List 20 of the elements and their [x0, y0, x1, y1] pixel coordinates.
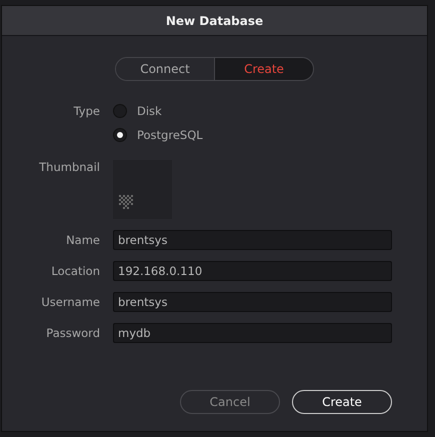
- create-button[interactable]: Create: [292, 390, 392, 414]
- radio-label: PostgreSQL: [137, 128, 203, 142]
- radio-button[interactable]: [113, 128, 127, 142]
- text-field[interactable]: brentsys: [113, 230, 392, 250]
- thumbnail-placeholder[interactable]: [113, 160, 172, 219]
- field-label: Username: [40, 295, 100, 309]
- field-label: Location: [50, 264, 100, 278]
- window-title: New Database: [166, 14, 264, 28]
- text-field[interactable]: 192.168.0.110: [113, 261, 392, 281]
- text-field[interactable]: mydb: [113, 323, 392, 343]
- mode-tab[interactable]: Create: [214, 58, 313, 80]
- cancel-button[interactable]: Cancel: [180, 390, 280, 414]
- field-label: Name: [65, 233, 100, 247]
- radio-button[interactable]: [113, 104, 127, 118]
- field-label: Password: [45, 326, 100, 340]
- checker-icon: [119, 195, 133, 209]
- type-label: Type: [72, 104, 100, 118]
- thumbnail-label: Thumbnail: [38, 160, 100, 174]
- text-field[interactable]: brentsys: [113, 292, 392, 312]
- radio-label: Disk: [137, 104, 162, 118]
